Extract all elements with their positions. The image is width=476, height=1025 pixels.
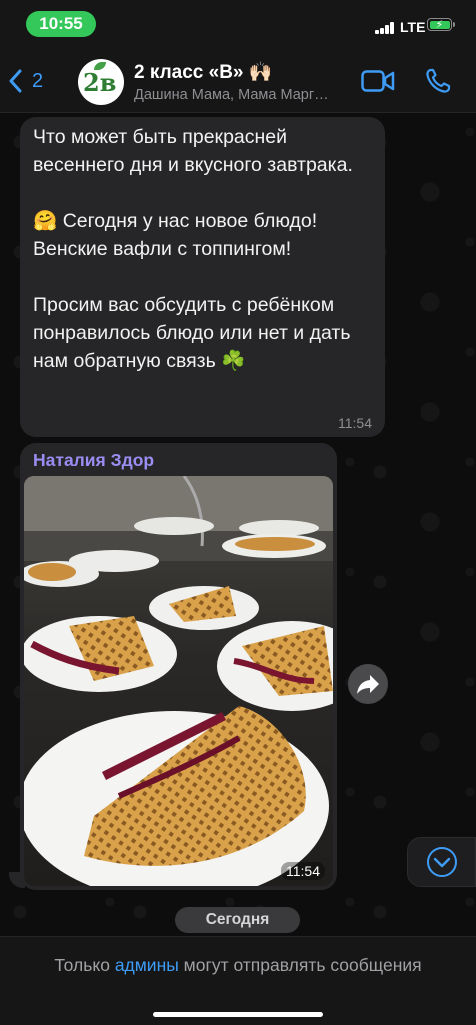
phone-icon[interactable]: [425, 68, 451, 94]
message-bubble[interactable]: Что может быть прекрасней весеннего дня …: [20, 117, 385, 437]
group-avatar[interactable]: 2в: [78, 59, 124, 105]
photo-time: 11:54: [281, 862, 325, 880]
chevron-down-icon: [427, 847, 457, 877]
admins-link[interactable]: админы: [115, 955, 179, 975]
video-call-icon[interactable]: [361, 70, 395, 92]
back-button[interactable]: 2: [8, 64, 43, 98]
battery-cap: [453, 22, 455, 27]
chat-header: 2 2в 2 класс «В» 🙌🏻 Дашина Мама, Мама Ма…: [0, 50, 476, 113]
message-text: Что может быть прекрасней весеннего дня …: [33, 126, 353, 372]
home-indicator: [153, 1012, 323, 1017]
forward-icon: [357, 675, 379, 694]
forward-button[interactable]: [348, 664, 388, 704]
waffles-photo-illustration: [24, 476, 333, 886]
chat-subtitle[interactable]: Дашина Мама, Мама Марг…: [134, 87, 329, 103]
chevron-left-icon: [9, 69, 22, 93]
status-time: 10:55: [26, 11, 96, 37]
battery-icon: ⚡: [427, 18, 452, 31]
admins-only-notice: Только админы могут отправлять сообщения: [0, 955, 476, 976]
message-time: 11:54: [338, 415, 372, 431]
sender-name[interactable]: Наталия Здор: [33, 450, 154, 471]
unread-count: 2: [32, 69, 44, 92]
scroll-down-button[interactable]: [407, 837, 476, 887]
photo-message-bubble[interactable]: Наталия Здор 11:54: [20, 443, 337, 890]
date-separator: Сегодня: [175, 907, 300, 933]
notice-before: Только: [54, 955, 115, 975]
notice-after: могут отправлять сообщения: [178, 955, 422, 975]
chat-title[interactable]: 2 класс «В» 🙌🏻: [134, 60, 272, 84]
avatar-text: 2в: [83, 68, 117, 97]
waffles-photo[interactable]: 11:54: [24, 476, 333, 886]
network-label: LTE: [400, 19, 426, 35]
status-bar: 10:55 LTE ⚡: [0, 0, 476, 50]
